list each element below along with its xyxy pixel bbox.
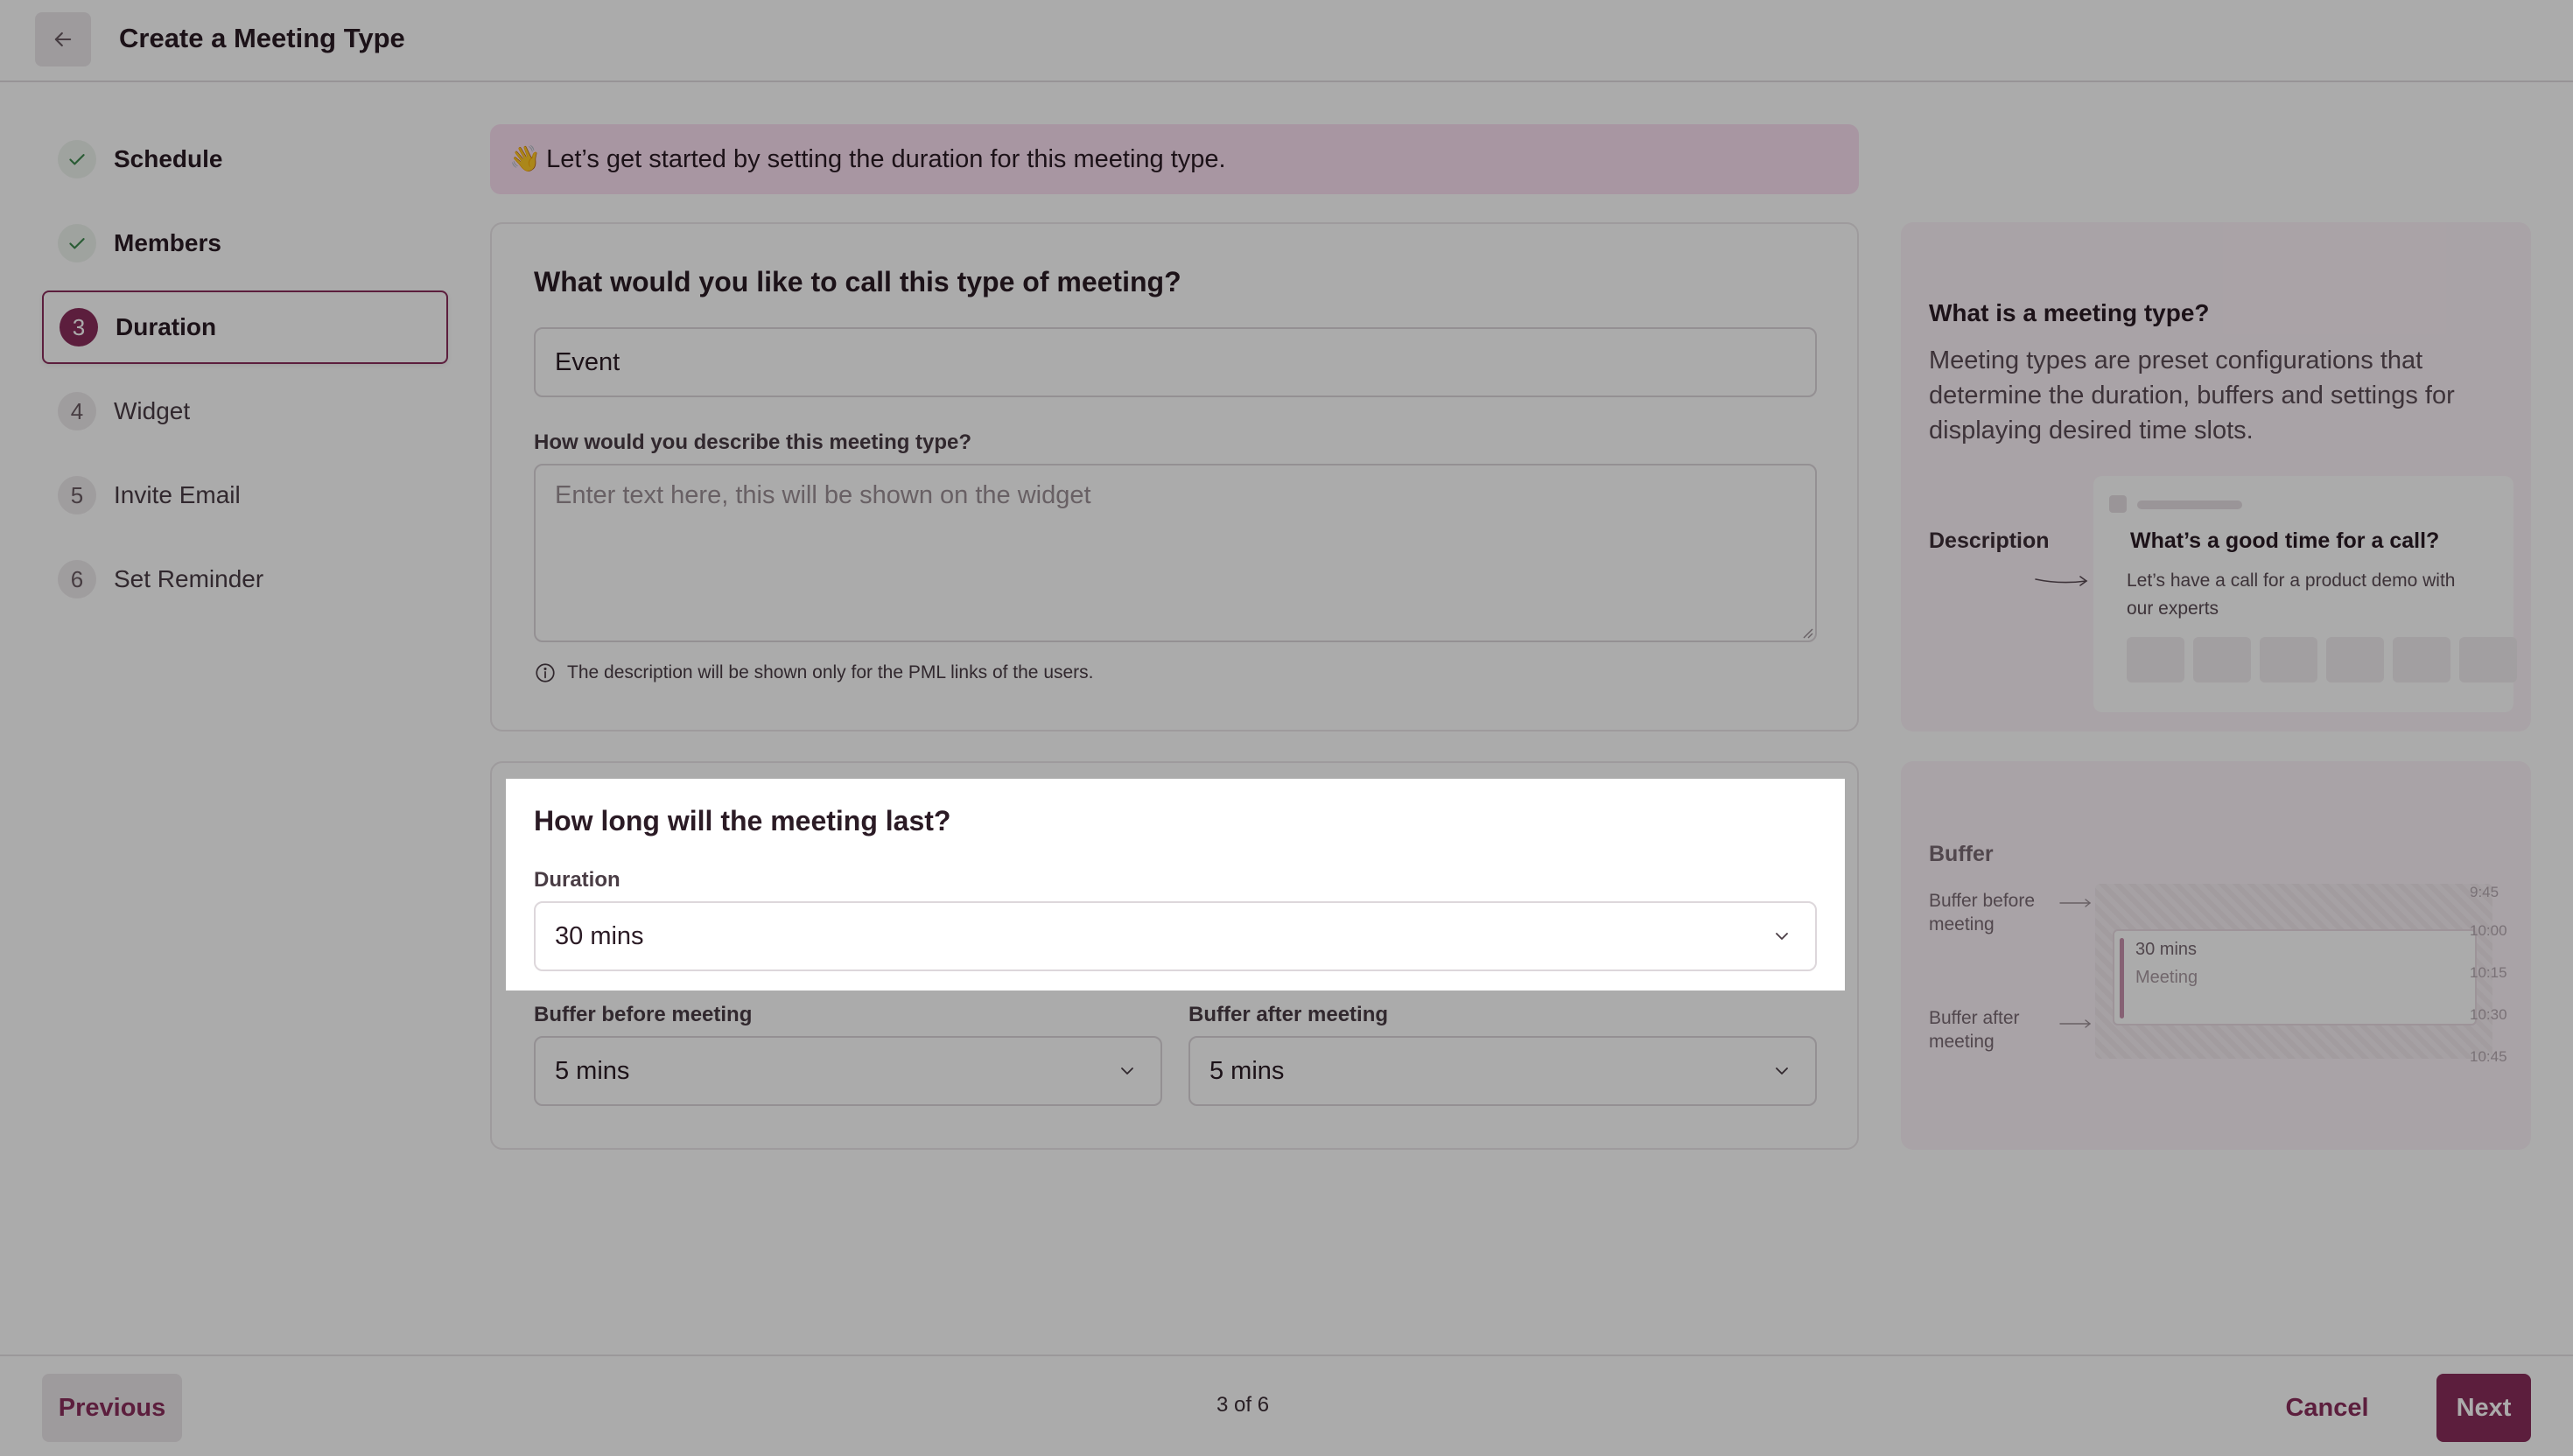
duration-label: Duration <box>534 868 620 892</box>
dim-overlay <box>0 779 506 990</box>
dim-overlay <box>1845 779 2573 990</box>
create-meeting-type-page: Create a Meeting Type Schedule Members 3… <box>0 0 2573 1456</box>
dim-overlay <box>0 0 2573 779</box>
dim-overlay <box>0 990 2573 1456</box>
duration-spotlight: How long will the meeting last? Duration… <box>506 779 1845 990</box>
duration-select[interactable]: 30 mins <box>534 901 1817 971</box>
duration-question: How long will the meeting last? <box>534 805 951 836</box>
chevron-down-icon <box>1776 933 1788 940</box>
duration-value: 30 mins <box>555 921 644 950</box>
